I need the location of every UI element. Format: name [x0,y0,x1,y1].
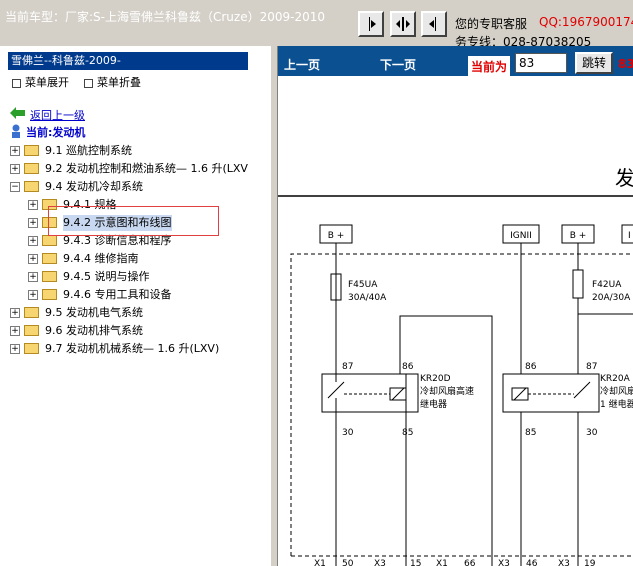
current-page-label: 当前为 [468,56,511,77]
tree-item-label: 9.4 发动机冷却系统 [45,180,143,193]
relay-desc: 继电器 [420,398,447,410]
expand-icon[interactable]: + [28,290,38,300]
expand-icon[interactable]: + [28,200,38,210]
relay-pin: 85 [525,428,536,438]
split-view-button[interactable] [390,11,416,37]
terminal-label: B + [328,231,345,241]
connector-label: X3 [498,559,510,566]
expand-icon[interactable]: + [28,218,38,228]
tree-root-title: 雪佛兰--科鲁兹-2009- [8,52,248,70]
wiring-diagram-view: 发 B + IGNII B + I F45UA 30A/40A 87 86 30… [278,76,633,566]
fuse-rating: 30A/40A [348,293,387,303]
relay-pin: 85 [402,428,413,438]
collapse-all-menu[interactable]: 菜单折叠 [84,74,141,90]
next-page-button[interactable]: 下一页 [380,56,416,73]
connector-label: X3 [374,559,386,566]
expand-icon [12,78,21,88]
connector-label: 66 [464,559,476,566]
connector-label: 15 [410,559,421,566]
tree-item-label: 9.1 巡航控制系统 [45,144,132,157]
arrow-right-icon [369,17,376,31]
relay-pin: 87 [342,362,353,372]
folder-icon [24,145,39,156]
relay-pin: 30 [342,428,354,438]
expand-icon[interactable]: + [10,344,20,354]
folder-icon [42,289,57,300]
collapse-icon[interactable]: − [10,182,20,192]
relay-desc: 冷却风扇高速 [420,385,474,397]
jump-button[interactable]: 跳转 [575,52,613,74]
folder-icon [42,271,57,282]
folder-icon [24,343,39,354]
service-label: 您的专职客服 [455,17,528,31]
wiring-diagram: 发 B + IGNII B + I F45UA 30A/40A 87 86 30… [278,166,633,566]
relay-id: KR20D [420,374,451,384]
tree-item-label: 9.4.4 维修指南 [63,252,139,265]
connector-label: 50 [342,559,354,566]
folder-icon [42,253,57,264]
terminal-label: I [628,231,631,241]
fuse-rating: 20A/30A [592,293,631,303]
prev-page-button[interactable]: 上一页 [284,56,320,73]
selection-highlight [48,206,219,236]
expand-icon[interactable]: + [28,272,38,282]
current-location-icon [12,124,20,138]
diagram-title: 发 [615,166,633,190]
fuse-symbol [572,269,584,299]
hide-left-panel-button[interactable] [421,11,447,37]
terminal-label: B + [570,231,587,241]
fuse-name: F45UA [348,280,378,290]
qq-contact[interactable]: QQ:1967900174 [539,15,633,29]
tree-item-label: 9.4.6 专用工具和设备 [63,288,172,301]
relay-desc: 冷却风扇 [600,385,633,397]
expand-icon[interactable]: + [28,236,38,246]
connector-label: X3 [558,559,570,566]
terminal-label: IGNII [510,231,532,241]
expand-icon[interactable]: + [10,164,20,174]
relay-pin: 30 [586,428,598,438]
expand-icon[interactable]: + [10,308,20,318]
back-link[interactable]: 返回上一级 [30,107,85,123]
tree-item-label: 9.6 发动机排气系统 [45,324,143,337]
folder-icon [24,325,39,336]
show-left-panel-button[interactable] [358,11,384,37]
tree-item-label: 9.2 发动机控制和燃油系统— 1.6 升(LXV [45,162,248,175]
tree-item-label: 9.4.5 说明与操作 [63,270,150,283]
panel-splitter[interactable] [270,46,278,566]
folder-icon [24,163,39,174]
folder-icon [24,181,39,192]
folder-icon [24,307,39,318]
tree-item-label: 9.5 发动机电气系统 [45,306,143,319]
relay-id: KR20A [600,374,631,384]
back-arrow-icon [10,107,25,119]
expand-icon[interactable]: + [10,146,20,156]
fuse-name: F42UA [592,280,622,290]
car-model-title: 当前车型：厂家:S-上海雪佛兰科鲁兹（Cruze）2009-2010 [5,10,325,24]
relay-pin: 87 [586,362,597,372]
connector-label: X1 [436,559,448,566]
collapse-all-label: 菜单折叠 [97,76,141,89]
expand-all-menu[interactable]: 菜单展开 [12,74,69,90]
connector-label: 19 [584,559,596,566]
collapse-icon [84,78,93,88]
arrow-left-icon [429,17,436,31]
tree-item-label: 9.7 发动机机械系统— 1.6 升(LXV) [45,342,220,355]
connector-label: 46 [526,559,538,566]
current-category: 当前:发动机 [26,126,86,139]
relay-pin: 86 [525,362,537,372]
page-number-input[interactable] [515,53,567,73]
expand-all-label: 菜单展开 [25,76,69,89]
relay-pin: 86 [402,362,414,372]
folder-icon [42,235,57,246]
expand-icon[interactable]: + [10,326,20,336]
connector-label: X1 [314,559,326,566]
split-arrows-icon [396,17,410,31]
total-pages: 83 [618,57,633,71]
expand-icon[interactable]: + [28,254,38,264]
relay-desc: 1 继电器 [600,398,633,410]
